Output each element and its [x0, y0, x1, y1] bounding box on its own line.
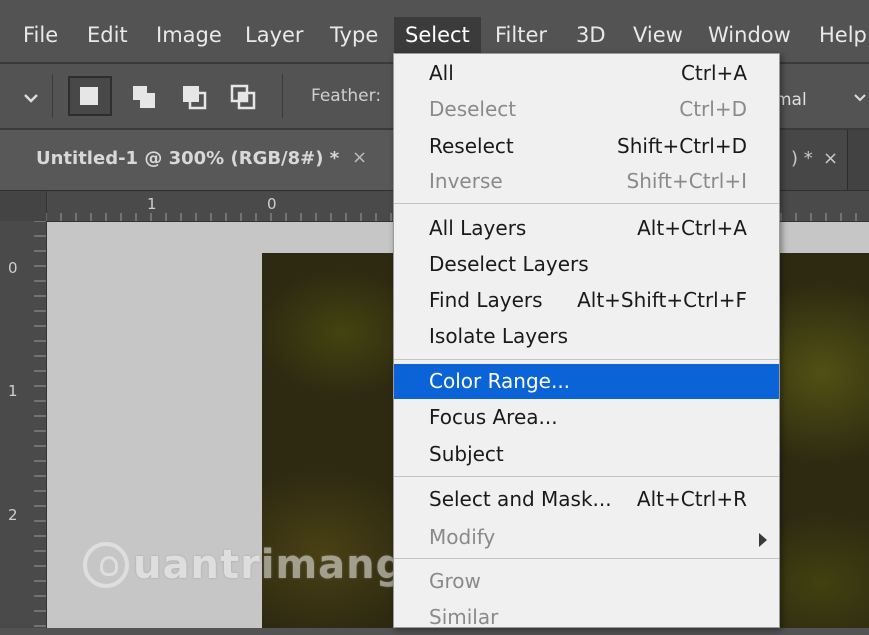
menu-item-all[interactable]: All Ctrl+A: [394, 56, 779, 91]
menu-item-label: Find Layers: [429, 288, 543, 312]
menu-item-inverse[interactable]: Inverse Shift+Ctrl+I: [394, 164, 779, 199]
ruler-ticks: [34, 221, 46, 627]
menu-item-label: Subject: [429, 442, 504, 466]
menu-separator: [394, 476, 779, 477]
chevron-down-icon[interactable]: [853, 93, 867, 103]
menu-item-isolate-layers[interactable]: Isolate Layers: [394, 319, 779, 354]
menu-item-label: Deselect: [429, 97, 517, 121]
menu-item-label: Grow: [429, 569, 481, 593]
menu-filter[interactable]: Filter: [484, 17, 558, 53]
menu-item-shortcut: Alt+Ctrl+A: [637, 216, 747, 240]
menu-item-shortcut: Ctrl+D: [679, 97, 747, 121]
menu-view[interactable]: View: [622, 17, 694, 53]
menu-item-label: Deselect Layers: [429, 252, 589, 276]
ruler-number: 2: [8, 506, 18, 524]
divider: [52, 74, 53, 118]
feather-label: Feather:: [311, 86, 382, 106]
menu-type[interactable]: Type: [319, 17, 389, 53]
watermark-logo: uantrimang: [83, 535, 405, 595]
tab-second-document[interactable]: ) * ×: [777, 130, 848, 190]
menu-item-label: Reselect: [429, 134, 514, 158]
select-menu-dropdown: All Ctrl+A Deselect Ctrl+D Reselect Shif…: [393, 53, 780, 629]
ruler-number: 0: [8, 259, 18, 277]
menu-layer[interactable]: Layer: [234, 17, 315, 53]
new-selection-button[interactable]: [68, 76, 112, 116]
divider: [282, 74, 283, 118]
ruler-number: 1: [8, 382, 18, 400]
menu-item-deselect[interactable]: Deselect Ctrl+D: [394, 92, 779, 127]
menu-item-color-range[interactable]: Color Range...: [394, 364, 779, 399]
intersect-selection-icon[interactable]: [230, 84, 256, 110]
menu-file[interactable]: File: [12, 17, 69, 53]
menu-item-find-layers[interactable]: Find Layers Alt+Shift+Ctrl+F: [394, 283, 779, 318]
menu-item-shortcut: Alt+Shift+Ctrl+F: [577, 288, 747, 312]
menu-item-label: Select and Mask...: [429, 487, 612, 511]
tab-title: Untitled-1 @ 300% (RGB/8#) *: [36, 148, 340, 169]
menu-item-label: Inverse: [429, 169, 503, 193]
menu-select[interactable]: Select: [394, 17, 481, 53]
lightbulb-icon: [83, 542, 129, 588]
ruler-vertical: 0 1 2: [0, 221, 47, 628]
menu-window[interactable]: Window: [697, 17, 802, 53]
chevron-down-icon[interactable]: [23, 92, 39, 104]
menu-item-label: All Layers: [429, 216, 527, 240]
new-selection-icon: [80, 87, 98, 105]
menu-item-all-layers[interactable]: All Layers Alt+Ctrl+A: [394, 211, 779, 246]
menu-item-similar[interactable]: Similar: [394, 600, 779, 635]
menu-item-shortcut: Shift+Ctrl+D: [617, 134, 747, 158]
subtract-from-selection-icon[interactable]: [181, 84, 207, 110]
watermark-text: uantrimang: [133, 542, 406, 588]
menu-item-label: Isolate Layers: [429, 324, 569, 348]
tab-title: ) *: [791, 148, 813, 169]
menu-item-label: Similar: [429, 605, 499, 629]
menu-item-subject[interactable]: Subject: [394, 437, 779, 472]
menu-image[interactable]: Image: [145, 17, 233, 53]
menu-item-select-and-mask[interactable]: Select and Mask... Alt+Ctrl+R: [394, 482, 779, 517]
menu-separator: [394, 359, 779, 360]
menu-item-shortcut: Shift+Ctrl+I: [626, 169, 747, 193]
tab-untitled-1[interactable]: Untitled-1 @ 300% (RGB/8#) * ×: [0, 130, 396, 190]
menu-separator: [394, 558, 779, 559]
submenu-arrow-icon: [759, 533, 767, 547]
menu-item-shortcut: Alt+Ctrl+R: [636, 487, 747, 511]
menu-item-focus-area[interactable]: Focus Area...: [394, 400, 779, 435]
menu-edit[interactable]: Edit: [76, 17, 139, 53]
close-icon[interactable]: ×: [352, 147, 367, 168]
menu-item-label: Focus Area...: [429, 405, 558, 429]
ruler-corner: [0, 191, 47, 221]
menu-item-reselect[interactable]: Reselect Shift+Ctrl+D: [394, 129, 779, 164]
menu-separator: [394, 203, 779, 204]
menu-item-label: Modify: [429, 525, 496, 549]
menu-item-modify[interactable]: Modify: [394, 520, 779, 555]
close-icon[interactable]: ×: [823, 148, 838, 169]
menu-item-grow[interactable]: Grow: [394, 564, 779, 599]
menu-help[interactable]: Help: [808, 17, 869, 53]
menu-item-label: All: [429, 61, 454, 85]
ruler-number: 0: [267, 195, 277, 213]
menu-item-shortcut: Ctrl+A: [680, 61, 747, 85]
menu-item-label: Color Range...: [429, 369, 571, 393]
ruler-number: 1: [147, 195, 157, 213]
menu-item-deselect-layers[interactable]: Deselect Layers: [394, 247, 779, 282]
add-to-selection-icon[interactable]: [131, 84, 157, 110]
menu-3d[interactable]: 3D: [565, 17, 617, 53]
